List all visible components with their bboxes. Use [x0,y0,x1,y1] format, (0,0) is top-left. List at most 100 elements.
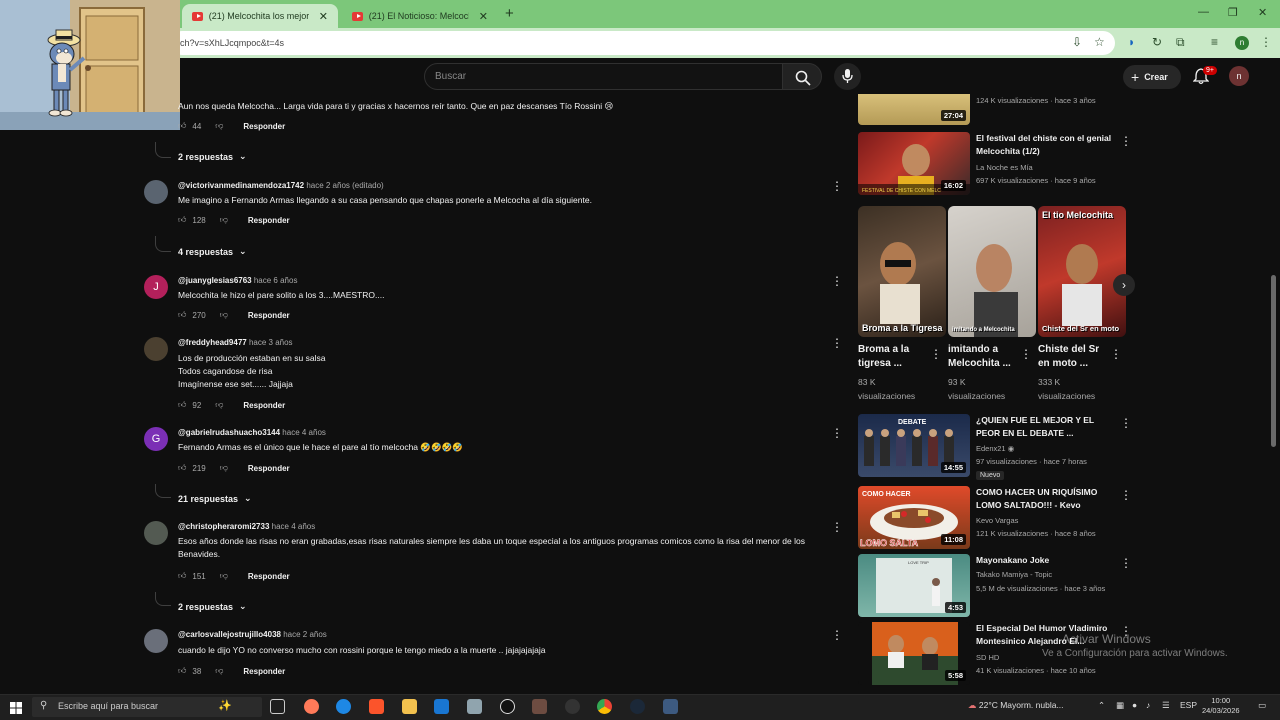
app-icon[interactable] [467,699,482,714]
video-channel[interactable]: Edenx21 [976,444,1006,453]
tray-chevron-up-icon[interactable]: ⌃ [1098,700,1105,711]
video-menu-icon[interactable]: ⋮ [1120,557,1132,569]
video-title[interactable]: Mayonakano Joke [976,554,1116,567]
comment-menu-icon[interactable]: ⋮ [831,521,843,533]
like-icon[interactable]: 👍︎ [178,121,186,131]
avatar[interactable] [144,629,168,653]
comment-time[interactable]: hace 4 años [282,428,326,437]
url-field[interactable]: ch?v=sXhLJcqmpoc&t=4s [170,31,1115,55]
video-title[interactable]: COMO HACER UN RIQUÍSIMO LOMO SALTADO!!! … [976,486,1116,512]
video-thumbnail[interactable]: FESTIVAL DE CHISTE CON MELC 16:02 [858,132,970,195]
video-thumbnail[interactable]: DEBATE 14:55 [858,414,970,477]
reply-button[interactable]: Responder [248,464,290,473]
like-icon[interactable]: 👍︎ [178,463,186,473]
like-icon[interactable]: 👍︎ [178,310,186,320]
maximize-icon[interactable]: ❐ [1228,6,1238,19]
dislike-icon[interactable]: 👎︎ [215,400,223,410]
short-thumbnail[interactable]: imitando a Melcochita [948,206,1036,337]
reading-list-icon[interactable]: ≡ [1211,35,1218,49]
language-indicator[interactable]: ESP [1180,700,1197,710]
short-menu-icon[interactable]: ⋮ [1110,348,1122,360]
comment-time[interactable]: hace 6 años [254,276,298,285]
dislike-icon[interactable]: 👎︎ [215,121,223,131]
voice-search-button[interactable] [834,63,861,90]
video-thumbnail[interactable]: COMO HACER LOMO SALTA 11:08 [858,486,970,549]
like-icon[interactable]: 👍︎ [178,571,186,581]
avatar[interactable]: J [144,275,168,299]
user-avatar[interactable]: n [1229,66,1249,86]
video-channel[interactable]: Takako Mamiya - Topic [976,568,1052,581]
chrome-icon[interactable] [597,699,612,714]
close-icon[interactable]: ✕ [319,10,328,23]
video-title[interactable]: El festival del chiste con el genial Mel… [976,132,1116,158]
tiktok-icon[interactable] [500,699,515,714]
comment-author[interactable]: @gabrielrudashuacho3144 [178,428,280,437]
comment-menu-icon[interactable]: ⋮ [831,629,843,641]
edge-icon[interactable] [336,699,351,714]
install-icon[interactable]: ⇩ [1072,35,1082,49]
comment-author[interactable]: @juanyglesias6763 [178,276,252,285]
comment-time[interactable]: hace 3 años [249,338,293,347]
comment-author[interactable]: @freddyhead9477 [178,338,247,347]
replies-toggle[interactable]: 2 respuestas ⌄ [178,151,247,162]
like-icon[interactable]: 👍︎ [178,215,186,225]
short-thumbnail[interactable]: Broma a la Tigresa [858,206,946,337]
video-channel[interactable]: Kevo Vargas [976,514,1018,527]
reply-button[interactable]: Responder [248,216,290,225]
close-icon[interactable]: ✕ [479,10,488,23]
dislike-icon[interactable]: 👎︎ [215,666,223,676]
shorts-next-button[interactable]: › [1113,274,1135,296]
comment-menu-icon[interactable]: ⋮ [831,427,843,439]
file-explorer-icon[interactable] [402,699,417,714]
short-menu-icon[interactable]: ⋮ [930,348,942,360]
extension-icon[interactable]: ◗ [1128,35,1135,49]
comment-time[interactable]: hace 4 años [272,522,316,531]
comment-author[interactable]: @christopheraromi2733 [178,522,269,531]
puzzle-icon[interactable]: ⧉ [1176,35,1185,50]
browser-menu-icon[interactable]: ⋮ [1260,35,1272,49]
like-icon[interactable]: 👍︎ [178,400,186,410]
weather-widget[interactable]: ☁ 22°C Mayorm. nubla... [968,700,1064,711]
video-thumbnail[interactable]: 27:04 [858,94,970,125]
video-menu-icon[interactable]: ⋮ [1120,417,1132,429]
short-menu-icon[interactable]: ⋮ [1020,348,1032,360]
dislike-icon[interactable]: 👎︎ [220,463,228,473]
mail-icon[interactable] [434,699,449,714]
comment-menu-icon[interactable]: ⋮ [831,275,843,287]
replies-toggle[interactable]: 2 respuestas ⌄ [178,601,247,612]
tab-melcochita[interactable]: (21) Melcochita los mejores Ch ✕ [182,4,338,28]
reply-button[interactable]: Responder [243,667,285,676]
video-thumbnail[interactable]: LOVE TRIP 4:53 [858,554,970,617]
short-title[interactable]: Chiste del Sr en moto ... [1038,343,1110,371]
comment-menu-icon[interactable]: ⋮ [831,180,843,192]
comment-author[interactable]: @carlosvallejostrujillo4038 [178,630,281,639]
tray-mic-icon[interactable]: ● [1132,700,1137,710]
scrollbar-thumb[interactable] [1271,275,1276,447]
avatar[interactable] [144,337,168,361]
comment-author[interactable]: @victorivanmedinamendoza1742 [178,181,304,190]
comment-menu-icon[interactable]: ⋮ [831,337,843,349]
taskbar-search-input[interactable]: ⚲ Escribe aquí para buscar ✨ [32,697,262,717]
comment-time[interactable]: hace 2 años [283,630,327,639]
tray-wifi-icon[interactable]: ☰ [1162,700,1170,711]
window-close-icon[interactable]: ✕ [1258,6,1267,19]
tray-network-icon[interactable]: ▦ [1116,700,1124,711]
search-button[interactable] [782,63,822,90]
comment-time[interactable]: hace 2 años (editado) [306,181,383,190]
dislike-icon[interactable]: 👎︎ [220,215,228,225]
reply-button[interactable]: Responder [248,572,290,581]
video-channel[interactable]: La Noche es Mía [976,161,1033,174]
notifications-icon[interactable]: ▭ [1258,700,1266,711]
avatar[interactable] [144,521,168,545]
search-input[interactable]: Buscar [424,63,784,90]
video-title[interactable]: ¿QUIEN FUE EL MEJOR Y EL PEOR EN EL DEBA… [976,414,1116,440]
tab-noticioso[interactable]: (21) El Noticioso: Melcochita al ✕ [342,4,498,28]
create-button[interactable]: + Crear [1123,65,1181,89]
browser-profile-avatar[interactable]: n [1235,36,1249,50]
brave-icon[interactable] [369,699,384,714]
app-icon[interactable] [663,699,678,714]
avatar[interactable]: G [144,427,168,451]
task-view-icon[interactable] [270,699,285,714]
short-thumbnail[interactable]: El tio Melcochita Chiste del Sr en moto [1038,206,1126,337]
replies-toggle[interactable]: 21 respuestas ⌄ [178,493,252,504]
